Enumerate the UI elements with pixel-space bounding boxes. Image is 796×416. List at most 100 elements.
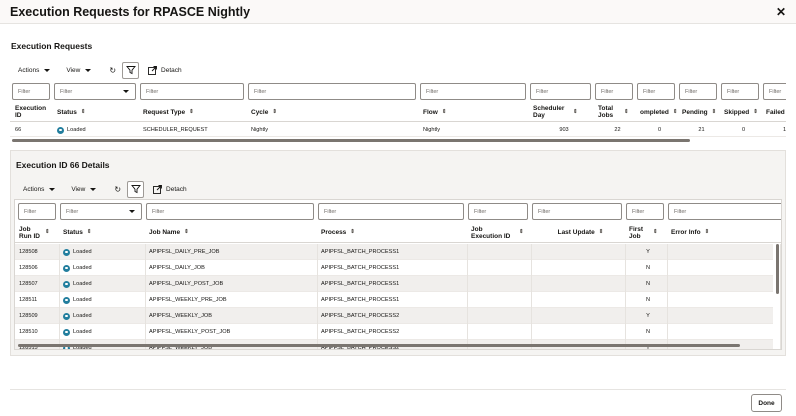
status-dot-icon: [63, 296, 70, 304]
requests-toolbar: Actions View ↻ Detach: [18, 61, 182, 79]
header-job-name[interactable]: Job Name ⇕: [146, 222, 318, 243]
details-view-menu[interactable]: View: [71, 185, 97, 193]
filter-status-placeholder: Filter: [60, 88, 73, 95]
status-badge: Loaded: [63, 312, 92, 320]
header-scheduler-day[interactable]: Scheduler Day ⇕: [530, 102, 595, 122]
refresh-icon[interactable]: ↻: [114, 185, 121, 194]
done-button[interactable]: Done: [751, 394, 782, 412]
status-badge: Loaded: [63, 280, 92, 288]
header-pending[interactable]: Pending ⇕: [679, 102, 721, 122]
cell-last-update: [532, 292, 626, 308]
filter-cycle[interactable]: Filter: [248, 83, 416, 100]
filter-job-name[interactable]: Filter: [146, 203, 314, 220]
filter-first-job[interactable]: Filter: [626, 203, 664, 220]
header-skipped[interactable]: Skipped ⇕: [721, 102, 763, 122]
header-execution-id[interactable]: Execution ID: [12, 102, 54, 122]
header-label: Total Jobs: [598, 105, 614, 119]
header-status[interactable]: Status ⇕: [54, 102, 140, 122]
header-label: Job Name: [149, 229, 181, 236]
header-first-job[interactable]: First Job ⇕: [626, 222, 668, 243]
status-text: Loaded: [73, 329, 92, 335]
header-completed[interactable]: ompleted ⇕: [637, 102, 679, 122]
cell-error-info: [668, 324, 781, 340]
status-text: Loaded: [73, 265, 92, 271]
filter-status[interactable]: Filter: [60, 203, 142, 220]
cell-first-job: Y: [626, 308, 668, 324]
header-job-run-id[interactable]: Job Run ID ⇕: [16, 222, 60, 243]
cell-flow: Nightly: [423, 127, 441, 133]
funnel-icon: [125, 66, 136, 75]
details-table: Filter Filter Filter Filter Filter Filte…: [14, 199, 782, 350]
table-row[interactable]: 128510 Loaded APIPFSL_WEEKLY_POST_JOB APIPF…: [15, 324, 781, 340]
filter-job-execution-id[interactable]: Filter: [468, 203, 528, 220]
header-cycle[interactable]: Cycle ⇕: [248, 102, 420, 122]
header-job-execution-id[interactable]: Job Execution ID ⇕: [468, 222, 532, 243]
cell-process: APIPFSL_BATCH_PROCESS1: [318, 244, 468, 260]
detach-button[interactable]: Detach: [148, 65, 182, 75]
table-row[interactable]: 128507 Loaded APIPFSL_DAILY_POST_JOB APIPFS…: [15, 276, 781, 292]
cell-status: Loaded: [60, 260, 146, 276]
cell-status: Loaded: [60, 292, 146, 308]
cell-first-job: N: [626, 292, 668, 308]
sort-icon: ⇕: [573, 108, 578, 115]
requests-actions-menu[interactable]: Actions: [18, 67, 51, 74]
requests-view-menu[interactable]: View: [66, 67, 92, 74]
filter-last-update[interactable]: Filter: [532, 203, 622, 220]
chevron-down-icon: [129, 210, 135, 213]
details-horizontal-scrollbar[interactable]: [18, 344, 740, 347]
header-label: Execution ID: [15, 105, 47, 119]
cell-job-execution-id: [468, 308, 532, 324]
filter-request-type[interactable]: Filter: [140, 83, 244, 100]
filter-completed[interactable]: Filter: [637, 83, 675, 100]
header-failed[interactable]: Failed: [763, 102, 786, 122]
header-process[interactable]: Process ⇕: [318, 222, 468, 243]
header-flow[interactable]: Flow ⇕: [420, 102, 530, 122]
close-icon[interactable]: ✕: [776, 5, 786, 19]
filter-toggle-button[interactable]: [122, 61, 140, 79]
table-row[interactable]: 66 Loaded SCHEDULER_REQUEST Nightly Nigh…: [10, 123, 786, 137]
header-total-jobs[interactable]: Total Jobs ⇕: [595, 102, 637, 122]
details-toolbar: Actions View ↻ Detach: [23, 180, 187, 198]
sort-icon: ⇕: [45, 229, 50, 235]
funnel-icon: [130, 185, 141, 194]
filter-failed[interactable]: Filter: [763, 83, 786, 100]
table-row[interactable]: 128511 Loaded APIPFSL_WEEKLY_PRE_JOB APIPFS…: [15, 292, 781, 308]
sort-icon: ⇕: [753, 108, 758, 115]
table-row[interactable]: 128509 Loaded APIPFSL_WEEKLY_JOB APIPFSL_BA…: [15, 308, 781, 324]
filter-scheduler-day[interactable]: Filter: [530, 83, 591, 100]
cell-last-update: [532, 308, 626, 324]
dialog-title: Execution Requests for RPASCE Nightly: [10, 5, 251, 19]
header-last-update[interactable]: Last Update ⇕: [532, 222, 626, 243]
filter-execution-id[interactable]: Filter: [12, 83, 50, 100]
cell-job-run-id: 128509: [16, 308, 60, 324]
cell-total-jobs: 22: [614, 127, 621, 133]
cell-first-job: N: [626, 276, 668, 292]
cell-last-update: [532, 260, 626, 276]
cell-job-name: APIPFSL_WEEKLY_POST_JOB: [146, 324, 318, 340]
cell-last-update: [532, 276, 626, 292]
filter-total-jobs[interactable]: Filter: [595, 83, 633, 100]
filter-error-info[interactable]: Filter: [668, 203, 781, 220]
filter-pending[interactable]: Filter: [679, 83, 717, 100]
detach-button[interactable]: Detach: [153, 184, 187, 194]
header-status[interactable]: Status ⇕: [60, 222, 146, 243]
refresh-icon[interactable]: ↻: [109, 66, 116, 75]
table-row[interactable]: 128508 Loaded APIPFSL_DAILY_PRE_JOB APIPFSL…: [15, 244, 781, 260]
view-label: View: [71, 185, 86, 193]
table-row[interactable]: 128506 Loaded APIPFSL_DAILY_JOB APIPFSL_BAT…: [15, 260, 781, 276]
requests-horizontal-scrollbar[interactable]: [12, 139, 690, 142]
header-label: Status: [63, 229, 83, 236]
filter-status[interactable]: Filter: [54, 83, 136, 100]
header-request-type[interactable]: Request Type ⇕: [140, 102, 248, 122]
sort-icon: ⇕: [704, 229, 710, 235]
filter-skipped[interactable]: Filter: [721, 83, 759, 100]
details-vertical-scrollbar[interactable]: [776, 244, 779, 294]
filter-toggle-button[interactable]: [127, 180, 145, 198]
header-label: Job Execution ID: [471, 225, 511, 240]
filter-job-run-id[interactable]: Filter: [18, 203, 56, 220]
details-actions-menu[interactable]: Actions: [23, 186, 56, 193]
header-error-info[interactable]: Error Info ⇕: [668, 222, 781, 243]
header-label: Last Update: [557, 229, 595, 236]
filter-flow[interactable]: Filter: [420, 83, 526, 100]
filter-process[interactable]: Filter: [318, 203, 464, 220]
